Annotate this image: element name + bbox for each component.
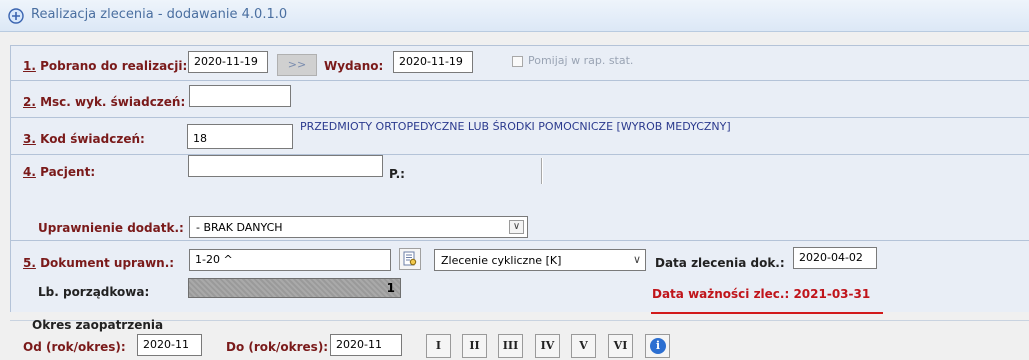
uprawnienie-label: Uprawnienie dodatk.: (38, 221, 184, 235)
lb-porzadkowa-label: Lb. porządkowa: (38, 285, 150, 299)
data-zlecenia-input[interactable]: 2020-04-02 (793, 247, 877, 269)
okres-heading: Okres zaopatrzenia (32, 318, 164, 332)
info-button[interactable]: i (645, 334, 670, 358)
lb-porzadkowa-field: 1 (188, 278, 401, 298)
dokument-lookup-button[interactable] (399, 248, 421, 270)
section-pobrano: 1. Pobrano do realizacji: 2020-11-19 >> … (10, 45, 1029, 80)
period-button-iv[interactable]: IV (535, 334, 560, 358)
document-lookup-icon (403, 251, 417, 266)
do-label: Do (rok/okres): (226, 340, 329, 354)
period-button-iii[interactable]: III (498, 334, 523, 358)
msc-wyk-input[interactable] (189, 85, 291, 107)
app-globe-icon (8, 8, 24, 24)
window-title: Realizacja zlecenia - dodawanie 4.0.1.0 (31, 7, 288, 22)
dokument-label: 5. Dokument uprawn.: (23, 256, 175, 270)
period-button-vi[interactable]: VI (608, 334, 633, 358)
pacjent-info-divider (541, 158, 543, 184)
section-dokument: 5. Dokument uprawn.: 1-20 ^ Zlecenie cyk… (10, 240, 1029, 312)
kod-swiadczen-label: 3. Kod świadczeń: (23, 132, 145, 146)
pobrano-label: 1. Pobrano do realizacji: (23, 59, 188, 73)
pomijaj-checkbox[interactable] (512, 56, 523, 67)
uprawnienie-value: - BRAK DANYCH (196, 221, 283, 234)
title-bar: Realizacja zlecenia - dodawanie 4.0.1.0 (0, 0, 1029, 32)
do-input[interactable]: 2020-11 (330, 334, 402, 356)
od-input[interactable]: 2020-11 (137, 334, 202, 356)
period-button-i[interactable]: I (426, 334, 451, 358)
kod-swiadczen-description: PRZEDMIOTY ORTOPEDYCZNE LUB ŚRODKI POMOC… (300, 120, 731, 133)
dokument-input[interactable]: 1-20 ^ (189, 249, 391, 271)
section-pacjent: 4. Pacjent: P.: Uprawnienie dodatk.: - B… (10, 154, 1029, 240)
uprawnienie-select[interactable]: - BRAK DANYCH ∨ (189, 216, 528, 238)
chevron-down-icon[interactable]: ∨ (633, 253, 641, 266)
pomijaj-label: Pomijaj w rap. stat. (528, 54, 634, 67)
p-label: P.: (389, 167, 405, 181)
pacjent-label: 4. Pacjent: (23, 165, 96, 179)
wydano-date-input[interactable]: 2020-11-19 (393, 51, 473, 73)
chevron-down-icon[interactable]: ∨ (509, 220, 524, 234)
od-label: Od (rok/okres): (23, 340, 126, 354)
pobrano-date-input[interactable]: 2020-11-19 (188, 51, 268, 73)
data-waznosci-label: Data ważności zlec.: 2021-03-31 (652, 287, 871, 301)
wydano-label: Wydano: (324, 59, 384, 73)
msc-wyk-label: 2. Msc. wyk. świadczeń: (23, 95, 186, 109)
dokument-typ-value: Zlecenie cykliczne [K] (441, 254, 562, 267)
section-msc-wyk: 2. Msc. wyk. świadczeń: (10, 80, 1029, 117)
period-button-ii[interactable]: II (462, 334, 487, 358)
pacjent-input[interactable] (188, 155, 383, 177)
kod-swiadczen-input[interactable]: 18 (187, 124, 293, 149)
section-kod-swiadczen: 3. Kod świadczeń: 18 PRZEDMIOTY ORTOPEDY… (10, 117, 1029, 154)
data-waznosci-underline (651, 312, 883, 314)
info-icon: i (650, 338, 666, 354)
transfer-date-button[interactable]: >> (277, 54, 317, 76)
dokument-typ-select[interactable]: Zlecenie cykliczne [K] ∨ (434, 249, 646, 271)
period-button-v[interactable]: V (571, 334, 596, 358)
data-zlecenia-label: Data zlecenia dok.: (655, 256, 785, 270)
